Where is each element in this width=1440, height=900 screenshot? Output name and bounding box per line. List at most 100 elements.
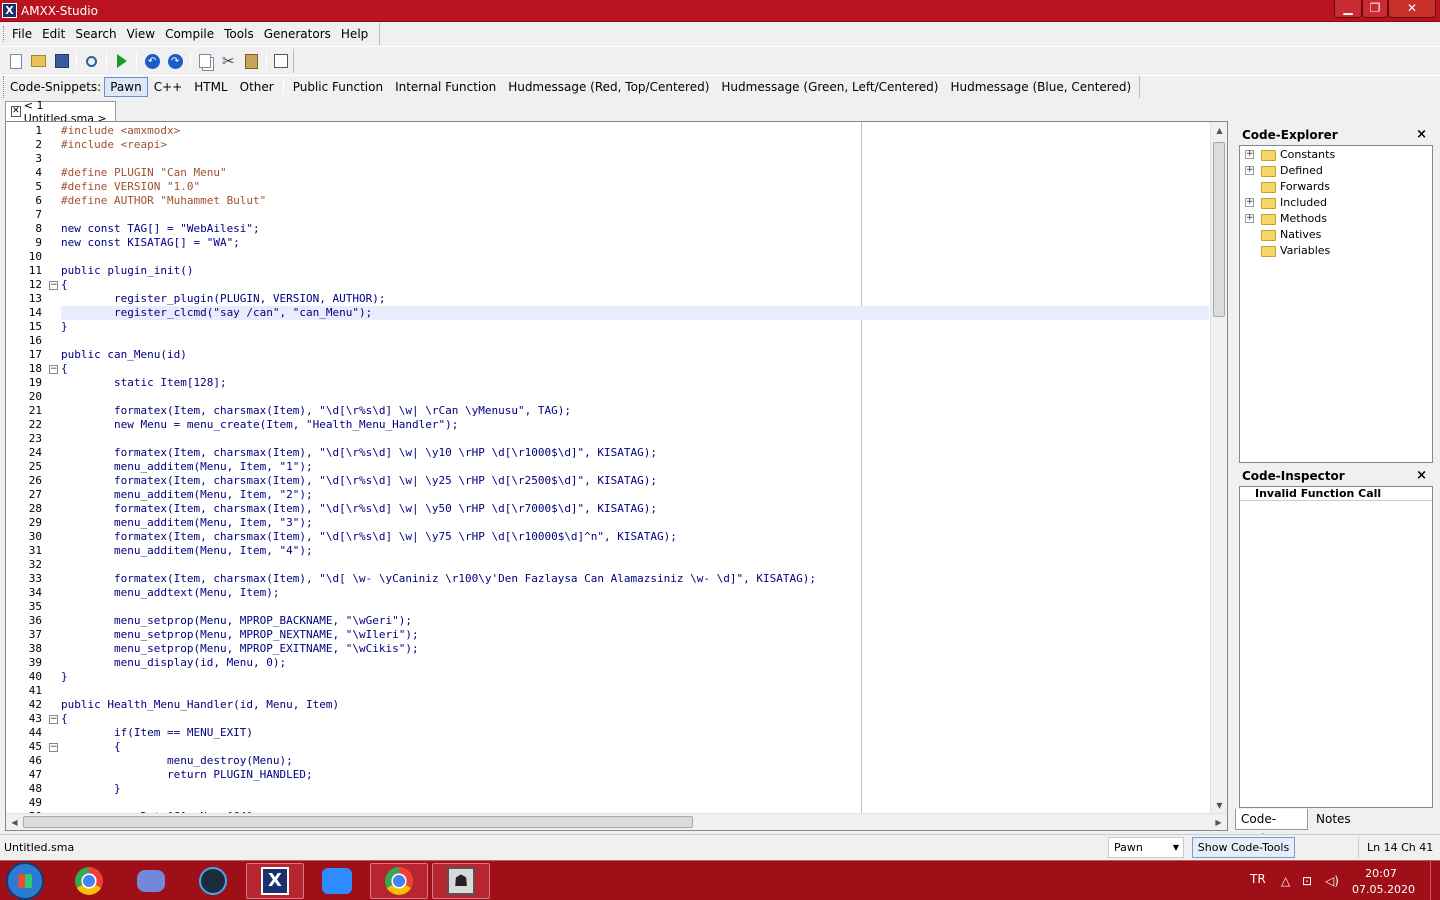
- scroll-left-arrow[interactable]: ◀: [6, 814, 23, 830]
- expand-icon[interactable]: +: [1245, 214, 1254, 223]
- tree-item-defined[interactable]: + Defined: [1240, 163, 1430, 179]
- tree-item-natives[interactable]: Natives: [1240, 227, 1430, 243]
- code-line[interactable]: public Health_Menu_Handler(id, Menu, Ite…: [61, 698, 1209, 712]
- open-button[interactable]: [28, 50, 49, 72]
- code-line[interactable]: [61, 208, 1209, 222]
- expand-icon[interactable]: +: [1245, 198, 1254, 207]
- taskbar-counter-strike[interactable]: ☗: [432, 863, 490, 899]
- snippet-lang-other[interactable]: Other: [234, 77, 280, 97]
- menu-tools[interactable]: Tools: [219, 23, 259, 45]
- taskbar-discord[interactable]: [122, 863, 180, 899]
- tab-notes[interactable]: Notes: [1311, 809, 1351, 830]
- code-line[interactable]: formatex(Item, charsmax(Item), "\d[\r%s\…: [61, 530, 1209, 544]
- tray-date[interactable]: 07.05.2020: [1352, 882, 1415, 897]
- code-area[interactable]: #include <amxmodx> #include <reapi> #defin…: [61, 122, 1209, 814]
- close-icon[interactable]: ×: [1416, 126, 1427, 144]
- code-line[interactable]: }: [61, 670, 1209, 684]
- code-line[interactable]: if(Item == MENU_EXIT): [61, 726, 1209, 740]
- menu-view[interactable]: View: [122, 23, 160, 45]
- snippet-hud-blue[interactable]: Hudmessage (Blue, Centered): [944, 77, 1137, 97]
- code-line[interactable]: menu_setprop(Menu, MPROP_NEXTNAME, "\wIl…: [61, 628, 1209, 642]
- code-line[interactable]: menu_display(id, Menu, 0);: [61, 656, 1209, 670]
- snippet-lang-cpp[interactable]: C++: [148, 77, 189, 97]
- close-tab-icon[interactable]: ✕: [11, 106, 21, 117]
- network-icon[interactable]: ⊡: [1302, 874, 1312, 888]
- paste-button[interactable]: [241, 50, 262, 72]
- code-line[interactable]: formatex(Item, charsmax(Item), "\d[\r%s\…: [61, 404, 1209, 418]
- code-line[interactable]: {: [61, 712, 1209, 726]
- code-editor[interactable]: 1 2 3 4 5 6 7 8 9 10 11 12 13 14 15 16 17 18 19 20 21 22 23 24 2…: [5, 121, 1228, 831]
- code-line[interactable]: {: [61, 740, 1209, 754]
- snippet-hud-red[interactable]: Hudmessage (Red, Top/Centered): [502, 77, 715, 97]
- menu-file[interactable]: File: [7, 23, 37, 45]
- code-line[interactable]: [61, 152, 1209, 166]
- code-line[interactable]: [61, 432, 1209, 446]
- tray-time[interactable]: 20:07: [1358, 866, 1404, 881]
- start-button[interactable]: [6, 862, 44, 900]
- redo-button[interactable]: ↷: [165, 50, 186, 72]
- taskbar-chrome-2[interactable]: [370, 863, 428, 899]
- code-line[interactable]: menu_additem(Menu, Item, "4");: [61, 544, 1209, 558]
- code-line[interactable]: {: [61, 278, 1209, 292]
- fold-toggle-icon[interactable]: −: [49, 365, 58, 374]
- code-line[interactable]: {: [61, 362, 1209, 376]
- code-line[interactable]: public plugin_init(): [61, 264, 1209, 278]
- scroll-down-arrow[interactable]: ▼: [1211, 797, 1227, 814]
- code-line[interactable]: [61, 390, 1209, 404]
- code-line[interactable]: menu_additem(Menu, Item, "3");: [61, 516, 1209, 530]
- code-line[interactable]: new const KISATAG[] = "WA";: [61, 236, 1209, 250]
- code-line[interactable]: public can_Menu(id): [61, 348, 1209, 362]
- save-button[interactable]: [51, 50, 72, 72]
- code-line[interactable]: #include <amxmodx>: [61, 124, 1209, 138]
- taskbar-headset-app[interactable]: [184, 863, 242, 899]
- menu-compile[interactable]: Compile: [160, 23, 219, 45]
- undo-button[interactable]: ↶: [141, 50, 162, 72]
- snippet-internal-function[interactable]: Internal Function: [389, 77, 502, 97]
- fold-toggle-icon[interactable]: −: [49, 743, 58, 752]
- tree-item-constants[interactable]: + Constants: [1240, 147, 1430, 163]
- vertical-scroll-thumb[interactable]: [1213, 142, 1225, 317]
- menu-search[interactable]: Search: [70, 23, 121, 45]
- code-line[interactable]: }: [61, 782, 1209, 796]
- tree-item-methods[interactable]: + Methods: [1240, 211, 1430, 227]
- code-line[interactable]: #define VERSION "1.0": [61, 180, 1209, 194]
- show-code-tools-button[interactable]: Show Code-Tools: [1192, 837, 1295, 858]
- tray-expand-icon[interactable]: △: [1281, 874, 1290, 888]
- fold-toggle-icon[interactable]: −: [49, 281, 58, 290]
- taskbar-chrome[interactable]: [60, 863, 118, 899]
- tab-code-tools[interactable]: Code-Tools: [1235, 809, 1308, 846]
- taskbar-amxx-studio[interactable]: X: [246, 863, 304, 899]
- copy-button[interactable]: [195, 50, 216, 72]
- code-line[interactable]: [61, 684, 1209, 698]
- find-button[interactable]: [81, 50, 102, 72]
- code-line[interactable]: [61, 334, 1209, 348]
- close-icon[interactable]: ×: [1416, 467, 1427, 485]
- code-line[interactable]: formatex(Item, charsmax(Item), "\d[\r%s\…: [61, 474, 1209, 488]
- close-button[interactable]: ✕: [1388, 0, 1436, 18]
- compile-run-button[interactable]: [111, 50, 132, 72]
- menu-help[interactable]: Help: [336, 23, 373, 45]
- code-line[interactable]: register_clcmd("say /can", "can_Menu");: [61, 306, 1209, 320]
- expand-icon[interactable]: +: [1245, 166, 1254, 175]
- code-line[interactable]: #define AUTHOR "Muhammet Bulut": [61, 194, 1209, 208]
- code-line[interactable]: }: [61, 320, 1209, 334]
- tree-item-forwards[interactable]: Forwards: [1240, 179, 1430, 195]
- taskbar-zoom[interactable]: [308, 863, 366, 899]
- code-line[interactable]: formatex(Item, charsmax(Item), "\d[ \w- …: [61, 572, 1209, 586]
- code-line[interactable]: [61, 558, 1209, 572]
- code-line[interactable]: formatex(Item, charsmax(Item), "\d[\r%s\…: [61, 502, 1209, 516]
- code-line[interactable]: new Menu = menu_create(Item, "Health_Men…: [61, 418, 1209, 432]
- vertical-scrollbar[interactable]: ▲ ▼: [1210, 122, 1227, 814]
- horizontal-scrollbar[interactable]: ◀ ▶: [6, 813, 1227, 830]
- code-line[interactable]: menu_setprop(Menu, MPROP_BACKNAME, "\wGe…: [61, 614, 1209, 628]
- snippet-lang-pawn[interactable]: Pawn: [104, 77, 148, 97]
- fold-toggle-icon[interactable]: −: [49, 715, 58, 724]
- expand-icon[interactable]: +: [1245, 150, 1254, 159]
- code-line[interactable]: menu_setprop(Menu, MPROP_EXITNAME, "\wCi…: [61, 642, 1209, 656]
- minimize-button[interactable]: ▁: [1334, 0, 1362, 18]
- code-line[interactable]: #define PLUGIN "Can Menu": [61, 166, 1209, 180]
- code-line[interactable]: [61, 250, 1209, 264]
- code-line[interactable]: #include <reapi>: [61, 138, 1209, 152]
- code-line[interactable]: formatex(Item, charsmax(Item), "\d[\r%s\…: [61, 446, 1209, 460]
- code-line[interactable]: return PLUGIN_HANDLED;: [61, 768, 1209, 782]
